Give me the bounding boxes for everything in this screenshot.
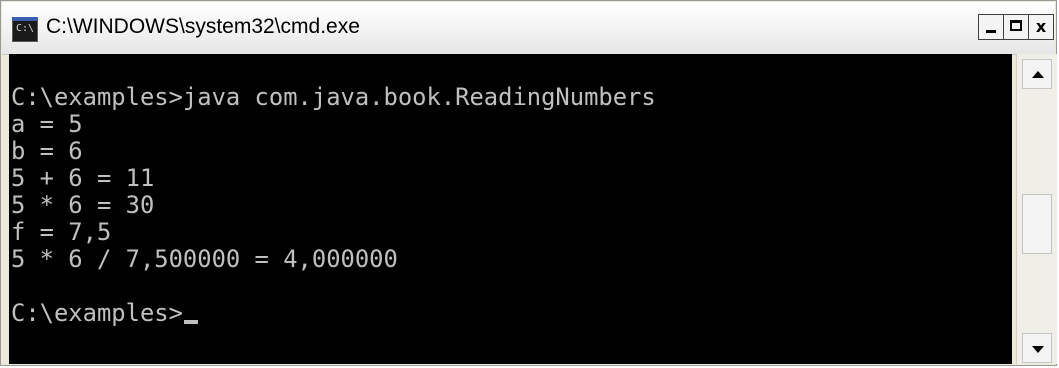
console-prompt-line: C:\examples> (11, 300, 656, 327)
console-line: C:\examples>java com.java.book.ReadingNu… (11, 83, 656, 111)
window-title: C:\WINDOWS\system32\cmd.exe (46, 15, 360, 38)
text-cursor (183, 320, 198, 324)
arrow-down-icon (1032, 346, 1044, 353)
console-line: 5 + 6 = 11 (11, 164, 155, 192)
vertical-scrollbar[interactable] (1016, 54, 1057, 364)
console-output[interactable]: C:\examples>java com.java.book.ReadingNu… (9, 54, 1012, 364)
title-bar[interactable]: C:\ C:\WINDOWS\system32\cmd.exe x (2, 2, 1055, 55)
close-icon: x (1035, 17, 1047, 36)
console-text: C:\examples>java com.java.book.ReadingNu… (11, 84, 656, 327)
minimize-button[interactable] (978, 14, 1004, 40)
cmd-window: C:\ C:\WINDOWS\system32\cmd.exe x C:\exa… (0, 0, 1057, 366)
cmd-app-icon[interactable]: C:\ (12, 17, 38, 42)
minimize-icon (986, 30, 996, 33)
console-line: 5 * 6 = 30 (11, 191, 155, 219)
maximize-button[interactable] (1003, 14, 1029, 40)
maximize-icon (1010, 20, 1022, 31)
console-prompt: C:\examples> (11, 299, 183, 327)
scroll-thumb[interactable] (1022, 194, 1052, 254)
close-button[interactable]: x (1028, 14, 1054, 40)
console-line: 5 * 6 / 7,500000 = 4,000000 (11, 245, 398, 273)
console-line: b = 6 (11, 137, 83, 165)
scroll-down-button[interactable] (1022, 333, 1052, 363)
console-line: a = 5 (11, 110, 83, 138)
scroll-up-button[interactable] (1022, 59, 1052, 89)
console-line: f = 7,5 (11, 218, 112, 246)
arrow-up-icon (1032, 71, 1044, 78)
